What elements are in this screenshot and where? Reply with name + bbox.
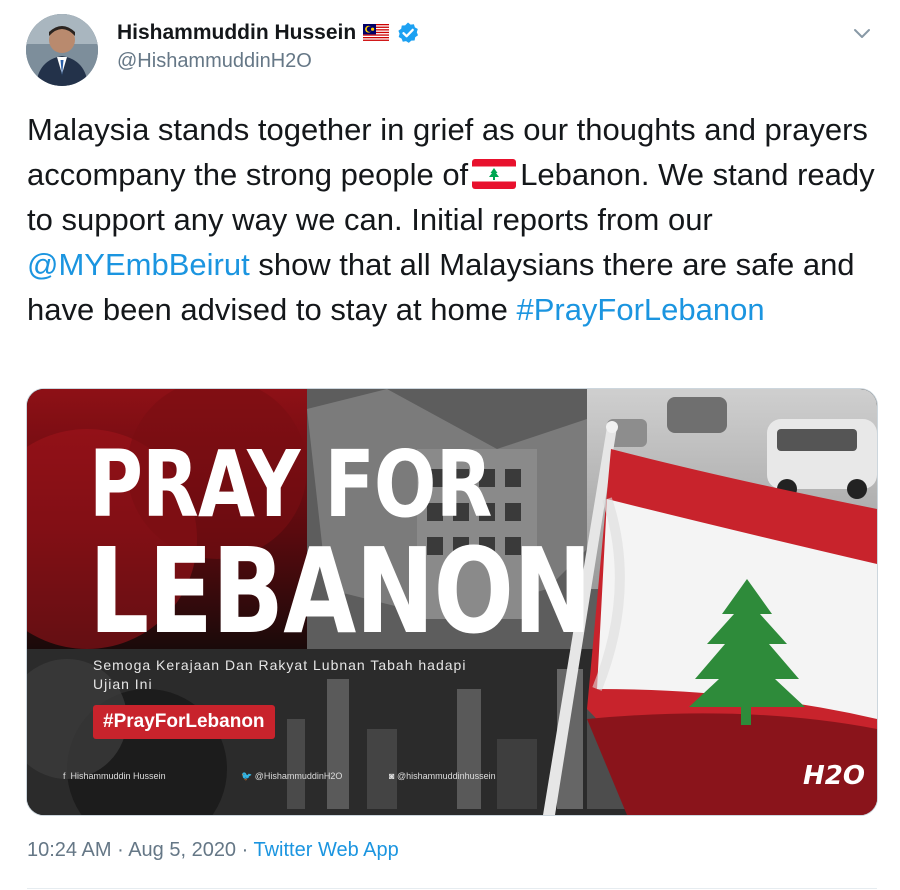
instagram-icon: ◙ <box>389 771 395 781</box>
instagram-handle-text: @hishammuddinhussein <box>396 771 496 781</box>
author-name-row: Hishammuddin Hussein <box>117 18 420 48</box>
tweet-time[interactable]: 10:24 AM <box>27 839 112 861</box>
media-subtitle: Semoga Kerajaan Dan Rakyat Lubnan Tabah … <box>93 657 467 692</box>
tweet-card: Hishammuddin Hussein @HishammuddinH2O Ma… <box>0 0 900 890</box>
instagram-handle: ◙ @hishammuddinhussein <box>389 771 496 781</box>
tweet-meta: 10:24 AM · Aug 5, 2020 · Twitter Web App <box>27 839 399 862</box>
mention-link[interactable]: @MYEmbBeirut <box>27 247 250 282</box>
facebook-handle: f Hishammuddin Hussein <box>63 771 166 781</box>
avatar-image <box>26 14 98 86</box>
verified-badge-icon <box>396 21 420 45</box>
meta-separator: · <box>236 839 254 861</box>
author-avatar[interactable] <box>26 14 98 86</box>
source-app-link[interactable]: Twitter Web App <box>253 839 398 861</box>
media-title-line2: LEBANON <box>89 522 592 660</box>
facebook-handle-text: Hishammuddin Hussein <box>70 771 166 781</box>
tweet-text: Malaysia stands together in grief as our… <box>27 107 877 332</box>
author-display-name[interactable]: Hishammuddin Hussein <box>117 21 356 45</box>
media-title-line1: PRAY FOR <box>89 431 492 538</box>
twitter-handle: 🐦 @HishammuddinH2O <box>241 771 342 782</box>
hashtag-link[interactable]: #PrayForLebanon <box>516 292 764 327</box>
malaysia-flag-icon <box>363 24 390 42</box>
twitter-handle-text: @HishammuddinH2O <box>254 771 343 781</box>
chevron-down-icon[interactable] <box>851 22 873 44</box>
facebook-icon: f <box>63 771 66 781</box>
lebanon-flag-icon <box>472 156 517 189</box>
media-hashtag-badge: #PrayForLebanon <box>93 705 275 739</box>
tweet-media-image[interactable]: PRAY FOR LEBANON Semoga Kerajaan Dan Rak… <box>26 388 878 816</box>
divider <box>27 888 877 889</box>
media-title: PRAY FOR LEBANON <box>89 431 592 660</box>
author-handle[interactable]: @HishammuddinH2O <box>117 50 312 73</box>
meta-separator: · <box>111 839 129 861</box>
twitter-icon: 🐦 <box>241 771 253 781</box>
h2o-logo: H2O <box>803 761 865 791</box>
tweet-date[interactable]: Aug 5, 2020 <box>128 839 236 861</box>
